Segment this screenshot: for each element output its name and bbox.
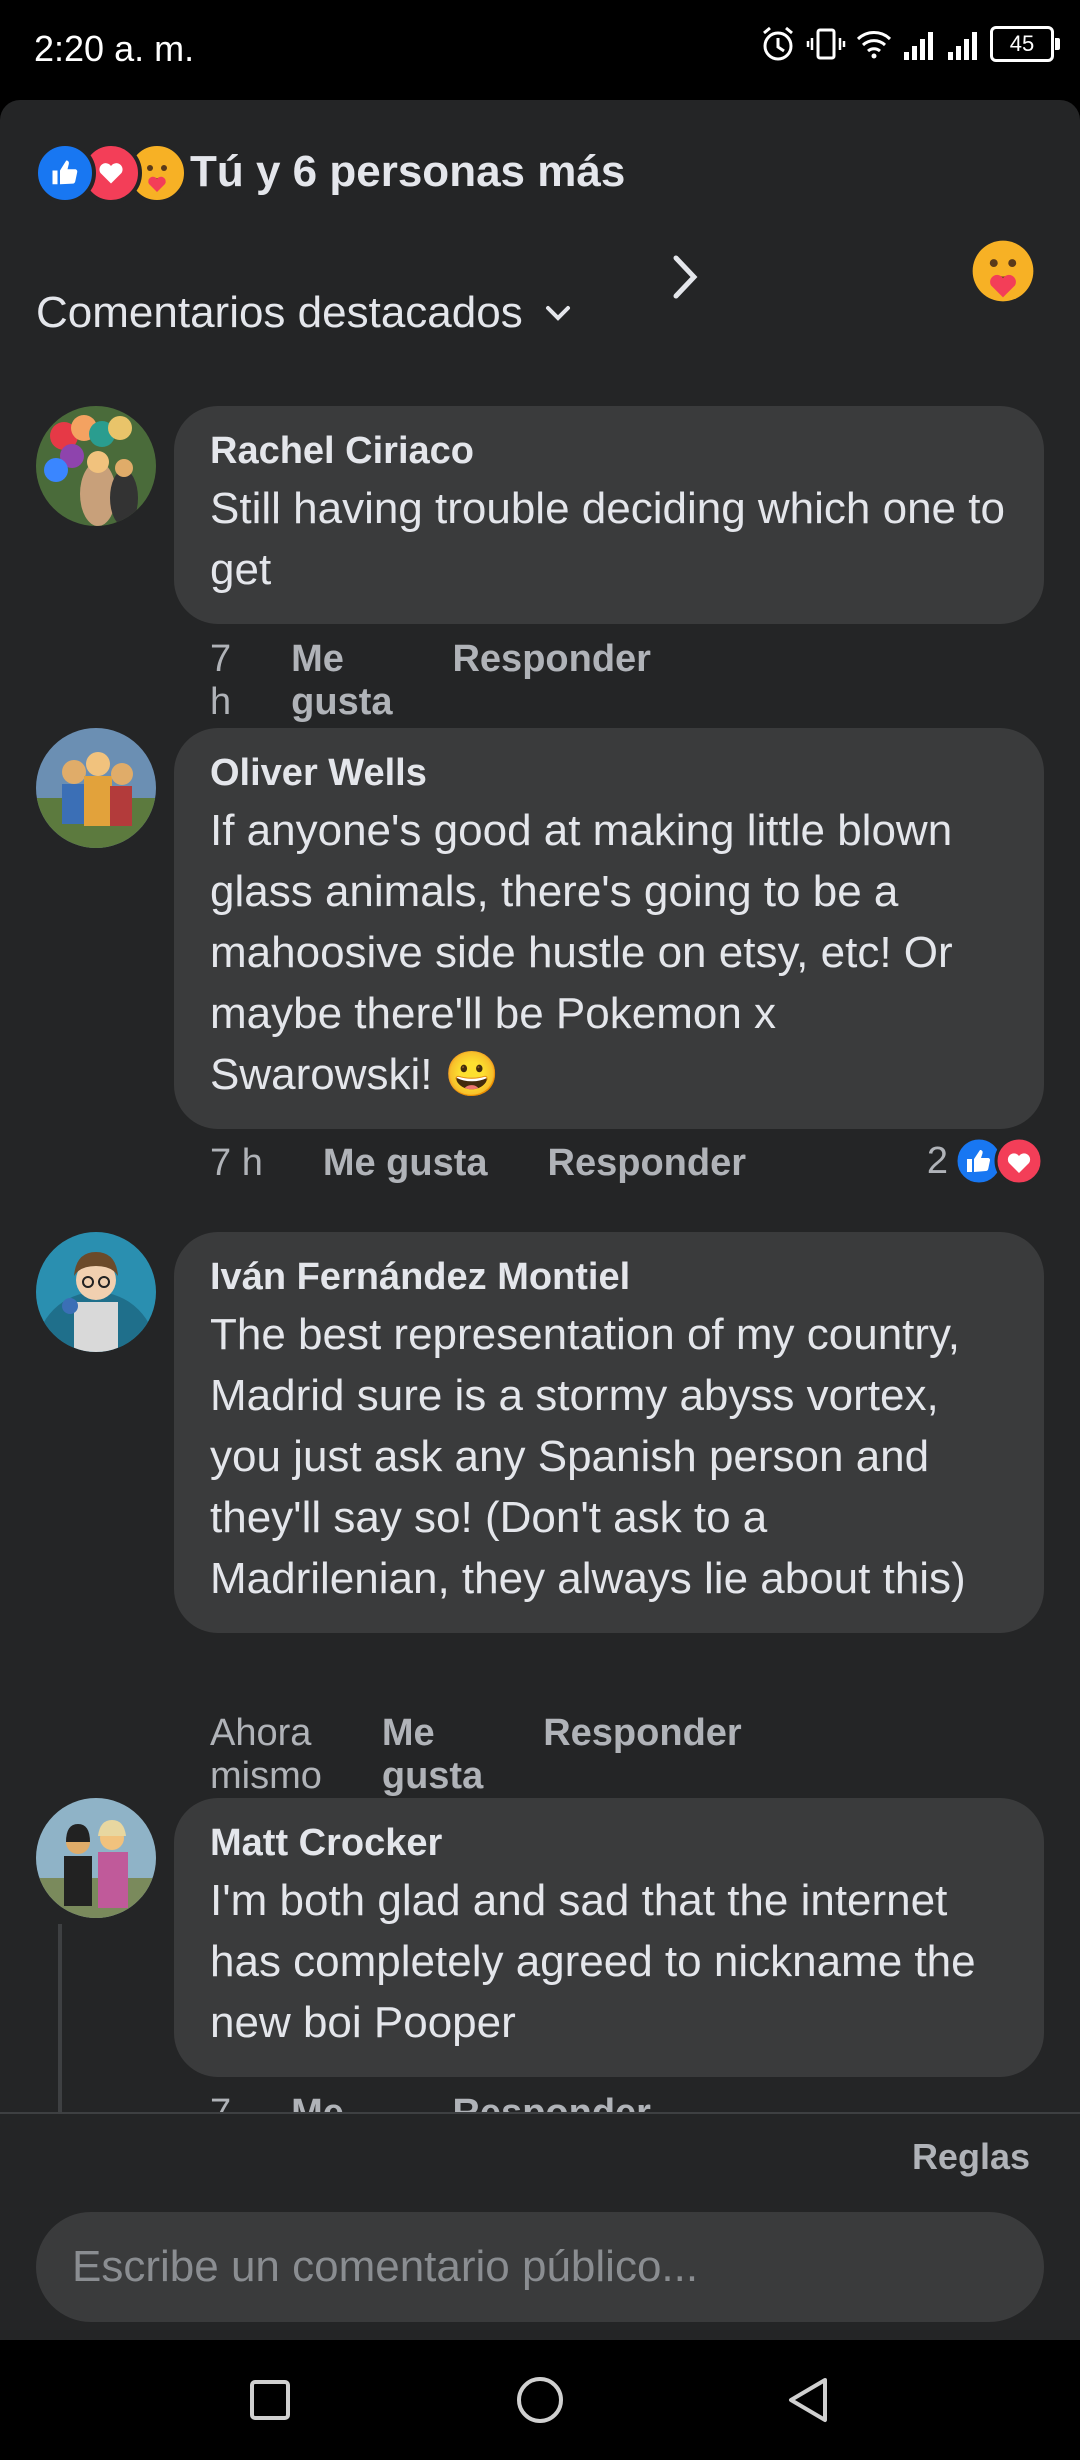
status-icons: 45	[758, 24, 1060, 64]
system-nav-bar	[0, 2340, 1080, 2460]
comment-composer: Reglas	[0, 2112, 1080, 2340]
alarm-icon	[763, 26, 793, 61]
reaction-count: 2	[926, 1139, 948, 1182]
comment-author[interactable]: Rachel Ciriaco	[210, 428, 1008, 474]
battery-icon: 45	[990, 26, 1060, 62]
filter-label: Comentarios destacados	[36, 288, 523, 337]
circle-icon	[517, 2377, 563, 2423]
comment-time: 7 h	[210, 1142, 263, 1184]
reply-button[interactable]: Responder	[452, 638, 650, 724]
avatar[interactable]	[36, 1798, 156, 1918]
comment-input[interactable]	[36, 2212, 1044, 2322]
comment-actions: 7 h Me gusta Responder	[210, 638, 651, 724]
grinning-emoji: 😀	[444, 1050, 500, 1099]
comment-reactions[interactable]: 2	[927, 1136, 1044, 1186]
reactions-summary[interactable]: Tú y 6 personas más	[190, 142, 625, 202]
comment-actions: 7 h Me gusta Responder	[210, 1142, 746, 1185]
square-icon	[250, 2380, 290, 2420]
like-icon	[34, 142, 96, 204]
signal-icon-1	[904, 32, 933, 60]
chevron-right-icon[interactable]	[668, 252, 702, 302]
wifi-icon	[856, 31, 892, 59]
vibrate-icon	[806, 28, 846, 60]
avatar[interactable]	[36, 1232, 156, 1352]
comment-actions: Ahora mismo Me gusta Responder	[210, 1712, 742, 1798]
comment-bubble[interactable]: Matt Crocker I'm both glad and sad that …	[174, 1798, 1044, 2077]
comment-text: The best representation of my country, M…	[210, 1310, 966, 1603]
comment-time: Ahora mismo	[210, 1712, 322, 1797]
comment-text: I'm both glad and sad that the internet …	[210, 1876, 976, 2047]
reply-button[interactable]: Responder	[543, 1712, 741, 1798]
comment-text: Still having trouble deciding which one …	[210, 484, 1005, 594]
comment-time: 7 h	[210, 638, 232, 723]
triangle-back-icon	[789, 2378, 827, 2422]
comment-text: If anyone's good at making little blown …	[210, 806, 953, 1099]
avatar[interactable]	[36, 406, 156, 526]
chevron-down-icon	[545, 306, 570, 321]
comment-author[interactable]: Oliver Wells	[210, 750, 1008, 796]
love-icon	[994, 1136, 1044, 1186]
comments-filter-dropdown[interactable]: Comentarios destacados	[36, 288, 575, 338]
back-button[interactable]	[778, 2370, 838, 2430]
recents-button[interactable]	[240, 2370, 300, 2430]
signal-icon-2	[948, 32, 977, 60]
care-reaction-button-icon[interactable]	[970, 238, 1036, 304]
comments-sheet: Tú y 6 personas más Comentarios destacad…	[0, 100, 1080, 2340]
status-bar: 2:20 a. m. 45	[0, 0, 1080, 100]
home-button[interactable]	[510, 2370, 570, 2430]
comment-bubble[interactable]: Iván Fernández Montiel The best represen…	[174, 1232, 1044, 1633]
reply-button[interactable]: Responder	[548, 1142, 746, 1185]
comment-author[interactable]: Matt Crocker	[210, 1820, 1008, 1866]
like-button[interactable]: Me gusta	[291, 638, 392, 724]
comment-bubble[interactable]: Rachel Ciriaco Still having trouble deci…	[174, 406, 1044, 624]
comment-author[interactable]: Iván Fernández Montiel	[210, 1254, 1008, 1300]
status-time: 2:20 a. m.	[34, 28, 195, 69]
rules-link[interactable]: Reglas	[912, 2136, 1030, 2178]
like-button[interactable]: Me gusta	[323, 1142, 488, 1185]
comment-bubble[interactable]: Oliver Wells If anyone's good at making …	[174, 728, 1044, 1129]
avatar[interactable]	[36, 728, 156, 848]
like-button[interactable]: Me gusta	[382, 1712, 483, 1798]
